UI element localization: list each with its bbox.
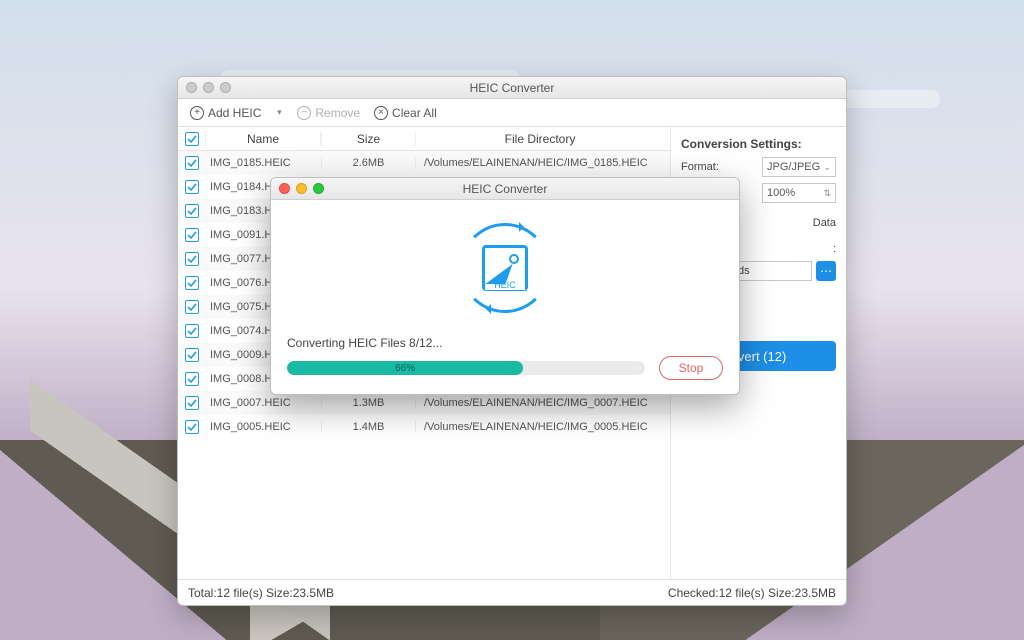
row-checkbox[interactable] [185, 420, 199, 434]
file-size: 2.6MB [321, 157, 416, 169]
status-bar: Total:12 file(s) Size:23.5MB Checked:12 … [178, 579, 846, 605]
browse-button[interactable]: ⋯ [816, 261, 836, 281]
heic-badge: HEIC [485, 280, 525, 290]
file-name: IMG_0185.HEIC [206, 157, 321, 169]
progress-bar: 66% [287, 361, 645, 375]
row-checkbox[interactable] [185, 324, 199, 338]
format-select[interactable]: JPG/JPEG ⌄ [762, 157, 836, 177]
stop-label: Stop [679, 361, 704, 375]
ellipsis-icon: ⋯ [820, 264, 832, 278]
main-titlebar[interactable]: HEIC Converter [178, 77, 846, 99]
progress-graphic: HEIC [271, 200, 739, 336]
stop-button[interactable]: Stop [659, 356, 723, 380]
row-checkbox[interactable] [185, 204, 199, 218]
quality-select[interactable]: 100% ⇅ [762, 183, 836, 203]
format-value: JPG/JPEG [767, 161, 820, 173]
zoom-icon[interactable] [220, 82, 231, 93]
toolbar: + Add HEIC ▾ − Remove × Clear All [178, 99, 846, 127]
row-checkbox[interactable] [185, 228, 199, 242]
remove-button[interactable]: − Remove [293, 104, 364, 122]
file-path: /Volumes/ELAINENAN/HEIC/IMG_0005.HEIC [416, 421, 670, 433]
list-header: Name Size File Directory [178, 127, 670, 151]
row-checkbox[interactable] [185, 348, 199, 362]
col-name[interactable]: Name [206, 132, 321, 146]
settings-heading: Conversion Settings: [681, 137, 836, 151]
close-icon[interactable] [186, 82, 197, 93]
progress-fill: 66% [287, 361, 523, 375]
window-title: HEIC Converter [470, 81, 555, 95]
row-checkbox[interactable] [185, 300, 199, 314]
zoom-icon[interactable] [313, 183, 324, 194]
format-label: Format: [681, 161, 719, 173]
add-heic-button[interactable]: + Add HEIC [186, 104, 265, 122]
quality-value: 100% [767, 187, 795, 199]
minus-icon: − [297, 106, 311, 120]
destination-colon: : [833, 243, 836, 255]
add-heic-dropdown[interactable]: ▾ [271, 106, 287, 120]
progress-titlebar[interactable]: HEIC Converter [271, 178, 739, 200]
minimize-icon[interactable] [296, 183, 307, 194]
file-path: /Volumes/ELAINENAN/HEIC/IMG_0185.HEIC [416, 157, 670, 169]
file-path: /Volumes/ELAINENAN/HEIC/IMG_0007.HEIC [416, 397, 670, 409]
file-size: 1.4MB [321, 421, 416, 433]
minimize-icon[interactable] [203, 82, 214, 93]
progress-title: HEIC Converter [463, 182, 548, 196]
table-row[interactable]: IMG_0185.HEIC2.6MB/Volumes/ELAINENAN/HEI… [178, 151, 670, 175]
file-name: IMG_0007.HEIC [206, 397, 321, 409]
row-checkbox[interactable] [185, 156, 199, 170]
file-size: 1.3MB [321, 397, 416, 409]
add-heic-label: Add HEIC [208, 106, 261, 120]
plus-icon: + [190, 106, 204, 120]
progress-status-text: Converting HEIC Files 8/12... [287, 336, 723, 350]
remove-label: Remove [315, 106, 360, 120]
row-checkbox[interactable] [185, 276, 199, 290]
clear-all-button[interactable]: × Clear All [370, 104, 441, 122]
row-checkbox[interactable] [185, 252, 199, 266]
window-controls[interactable] [186, 82, 231, 93]
row-checkbox[interactable] [185, 372, 199, 386]
row-checkbox[interactable] [185, 396, 199, 410]
progress-percent: 66% [395, 363, 415, 374]
col-directory[interactable]: File Directory [416, 132, 670, 146]
status-checked: Checked:12 file(s) Size:23.5MB [668, 586, 836, 600]
heic-convert-icon: HEIC [460, 223, 550, 313]
x-icon: × [374, 106, 388, 120]
stepper-icon: ⇅ [823, 188, 831, 199]
close-icon[interactable] [279, 183, 290, 194]
progress-dialog: HEIC Converter HEIC Converting HEIC File… [270, 177, 740, 395]
progress-window-controls[interactable] [279, 183, 324, 194]
status-total: Total:12 file(s) Size:23.5MB [188, 586, 334, 600]
select-all-checkbox[interactable] [185, 132, 199, 146]
chevron-down-icon: ⌄ [823, 162, 831, 173]
table-row[interactable]: IMG_0005.HEIC1.4MB/Volumes/ELAINENAN/HEI… [178, 415, 670, 439]
keep-exif-fragment: Data [813, 217, 836, 229]
file-name: IMG_0005.HEIC [206, 421, 321, 433]
col-size[interactable]: Size [321, 132, 416, 146]
row-checkbox[interactable] [185, 180, 199, 194]
clear-all-label: Clear All [392, 106, 437, 120]
